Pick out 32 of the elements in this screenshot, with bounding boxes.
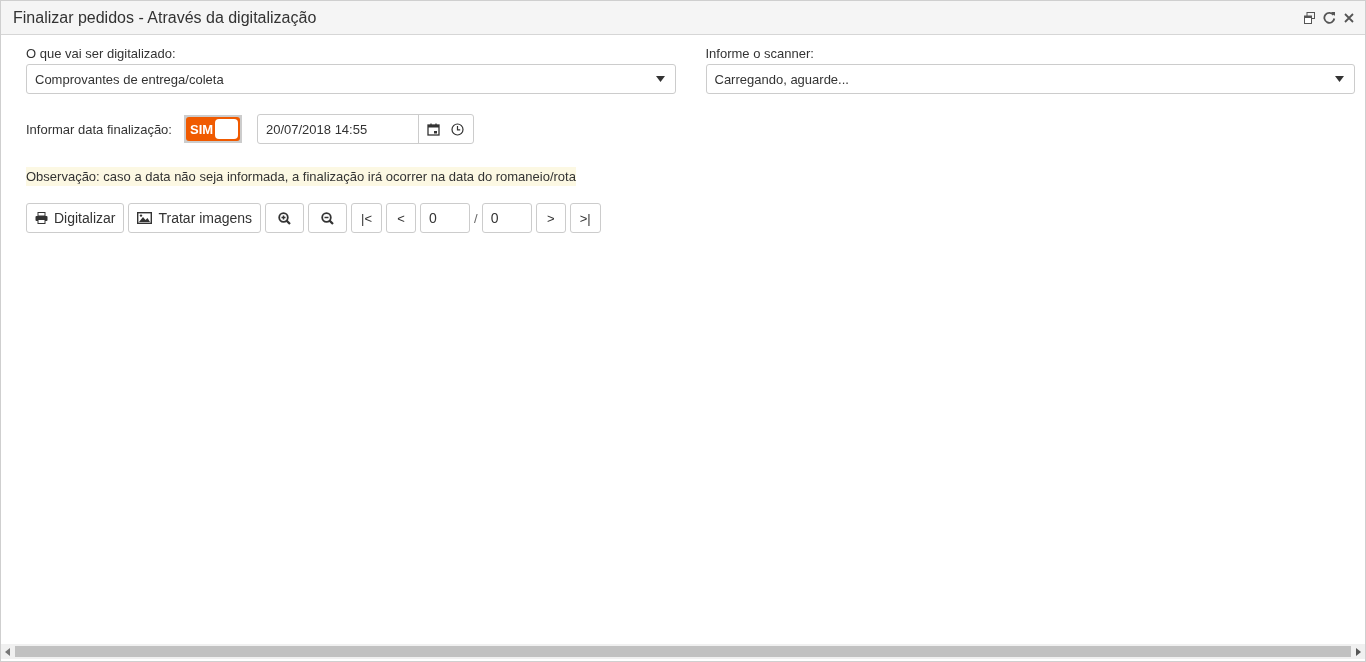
observation-note: Observação: caso a data não seja informada, a finalização irá ocorrer na data do romaneio/rota — [26, 167, 576, 186]
zoom-in-icon — [278, 211, 292, 225]
caret-icon — [1335, 76, 1344, 82]
field-label: Informe o scanner: — [705, 46, 814, 61]
page-nav-button[interactable]: > — [535, 203, 566, 233]
field-label: O que vai ser digitalizado: — [26, 46, 176, 61]
printer-icon — [35, 212, 48, 224]
field-label: Informar data finalização: — [26, 121, 172, 137]
page-nav-button[interactable]: < — [386, 203, 417, 233]
dropdown-field[interactable]: Carregando, aguarde... — [705, 64, 1355, 94]
refresh-icon[interactable] — [1323, 11, 1336, 24]
scroll-right-icon[interactable] — [1356, 647, 1361, 656]
window-title: Finalizar pedidos - Através da digitalização — [13, 8, 317, 27]
page-input-field[interactable]: 0 — [420, 203, 471, 233]
page-separator: / — [474, 210, 478, 226]
page-nav-button[interactable]: >| — [569, 203, 601, 233]
clock-icon[interactable] — [450, 122, 464, 136]
calendar-icon[interactable] — [426, 122, 440, 136]
restore-icon[interactable] — [1304, 11, 1315, 24]
page-nav-button[interactable]: |< — [351, 203, 383, 233]
scroll-left-icon[interactable] — [5, 647, 10, 656]
zoom-in-button[interactable] — [265, 203, 305, 233]
zoom-out-button[interactable] — [308, 203, 348, 233]
horizontal-scrollbar[interactable] — [1, 644, 1365, 659]
page-input-field[interactable]: 0 — [481, 203, 532, 233]
zoom-out-icon — [321, 211, 335, 225]
caret-icon — [655, 76, 665, 82]
close-icon[interactable] — [1344, 12, 1354, 23]
dropdown-field[interactable]: Comprovantes de entrega/coleta — [26, 64, 676, 94]
scan-button[interactable]: Digitalizar — [26, 203, 125, 233]
image-icon — [137, 212, 153, 224]
images-button[interactable]: Tratar imagens — [128, 203, 262, 233]
